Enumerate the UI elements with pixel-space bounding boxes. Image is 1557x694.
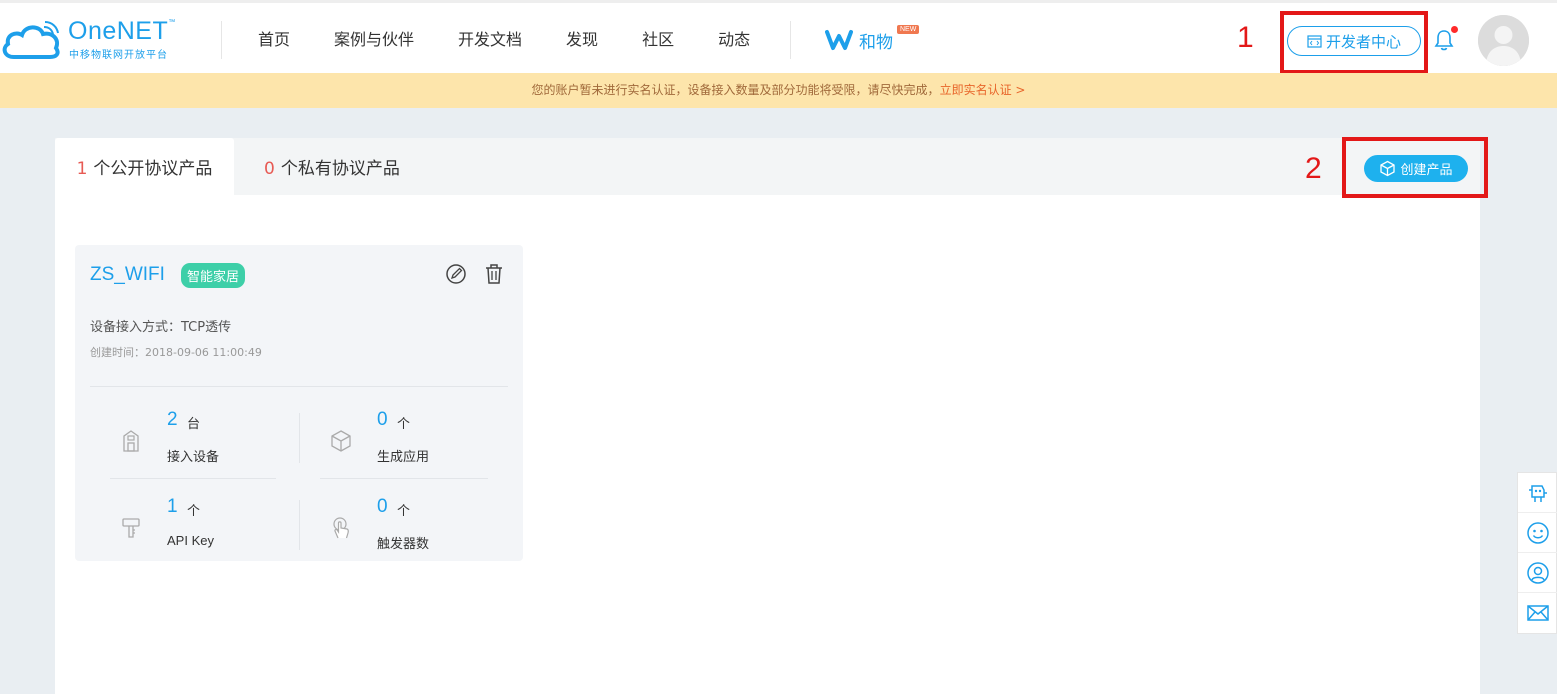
hewu-link[interactable]: 和物 NEW (825, 25, 920, 55)
hewu-label: 和物 (859, 32, 893, 53)
hewu-w-icon (825, 30, 853, 50)
edit-icon[interactable] (445, 263, 467, 285)
stat-label: 触发器数 (377, 536, 430, 551)
public-product-count: 1 (76, 159, 88, 179)
stat-generated-apps[interactable]: 0 个 生成应用 (329, 409, 529, 489)
verify-now-link[interactable]: 立即实名认证 > (940, 83, 1026, 97)
created-time: 创建时间：2018-09-06 11:00:49 (90, 346, 262, 359)
notice-text: 您的账户暂未进行实名认证，设备接入数量及部分功能将受限，请尽快完成， (531, 83, 940, 97)
onenet-logo[interactable]: OneNET™ 中移物联网开放平台 (0, 17, 190, 63)
annotation-number-1: 1 (1237, 21, 1254, 54)
stat-unit: 个 (397, 504, 411, 519)
trash-icon[interactable] (484, 263, 504, 285)
code-window-icon (1307, 34, 1322, 48)
tab-public-products[interactable]: 1 个公开协议产品 (55, 138, 234, 195)
create-product-label: 创建产品 (1400, 163, 1453, 178)
stat-label: 接入设备 (167, 449, 220, 464)
stat-triggers[interactable]: 0 个 触发器数 (329, 496, 529, 576)
cloud-logo-icon (2, 21, 60, 59)
tab-label: 个公开协议产品 (93, 159, 213, 179)
access-method: 设备接入方式：TCP透传 (90, 320, 232, 335)
logo-subtitle: 中移物联网开放平台 (69, 50, 168, 61)
sidebar-robot[interactable] (1518, 473, 1557, 513)
sidebar-mail[interactable] (1518, 593, 1557, 633)
product-tabs: 1 个公开协议产品 0 个私有协议产品 (55, 138, 1480, 195)
top-header: OneNET™ 中移物联网开放平台 首页 案例与伙伴 开发文档 发现 社区 动态… (0, 0, 1557, 76)
smile-icon (1527, 521, 1549, 544)
product-card: ZS_WIFI 智能家居 设备接入方式：TCP透传 创建时间：2018-09-0… (75, 245, 523, 561)
stat-label: 生成应用 (377, 449, 430, 464)
stat-label: API Key (167, 533, 214, 548)
product-name[interactable]: ZS_WIFI (90, 264, 165, 286)
stat-unit: 个 (397, 417, 411, 432)
sidebar-location[interactable] (1518, 553, 1557, 593)
bell-icon (1434, 30, 1454, 51)
avatar-silhouette-icon (1478, 15, 1529, 66)
header-divider (221, 21, 222, 59)
nav-community[interactable]: 社区 (620, 3, 696, 76)
touch-icon (333, 517, 349, 539)
annotation-number-2: 2 (1305, 152, 1322, 185)
cube-plus-icon (1380, 160, 1396, 177)
sidebar-feedback[interactable] (1518, 513, 1557, 553)
tab-private-products[interactable]: 0 个私有协议产品 (264, 138, 400, 195)
notification-bell[interactable] (1434, 26, 1458, 55)
robot-icon (1529, 484, 1547, 502)
device-icon (123, 430, 139, 452)
stat-unit: 个 (187, 504, 201, 519)
mail-icon (1527, 605, 1549, 621)
header-divider (790, 21, 791, 59)
stat-api-keys[interactable]: 1 个 API Key (119, 496, 319, 576)
user-avatar[interactable] (1478, 15, 1529, 66)
new-badge: NEW (897, 25, 920, 34)
category-tag: 智能家居 (181, 263, 246, 288)
unread-dot (1451, 26, 1458, 33)
logo-name: OneNET™ (68, 17, 176, 45)
stat-connected-devices[interactable]: 2 台 接入设备 (119, 409, 319, 489)
main-nav: 首页 案例与伙伴 开发文档 发现 社区 动态 (236, 3, 772, 76)
stat-value: 1 (167, 496, 178, 517)
nav-home[interactable]: 首页 (236, 3, 312, 76)
cube-icon (331, 430, 351, 452)
stat-unit: 台 (187, 417, 201, 432)
developer-center-button[interactable]: 开发者中心 (1287, 26, 1421, 56)
create-product-button[interactable]: 创建产品 (1364, 155, 1468, 182)
verification-notice: 您的账户暂未进行实名认证，设备接入数量及部分功能将受限，请尽快完成，立即实名认证… (0, 73, 1557, 108)
tab-label: 个私有协议产品 (280, 159, 400, 179)
key-icon (122, 518, 140, 538)
private-product-count: 0 (264, 159, 275, 179)
nav-docs[interactable]: 开发文档 (436, 3, 544, 76)
nav-cases-partners[interactable]: 案例与伙伴 (312, 3, 436, 76)
floating-sidebar (1517, 472, 1557, 634)
nav-discover[interactable]: 发现 (544, 3, 620, 76)
location-icon (1527, 561, 1549, 584)
stat-value: 0 (377, 496, 388, 517)
developer-center-label: 开发者中心 (1325, 32, 1401, 51)
stat-value: 0 (377, 409, 388, 430)
nav-news[interactable]: 动态 (696, 3, 772, 76)
card-divider (90, 386, 508, 387)
stat-value: 2 (167, 409, 178, 430)
